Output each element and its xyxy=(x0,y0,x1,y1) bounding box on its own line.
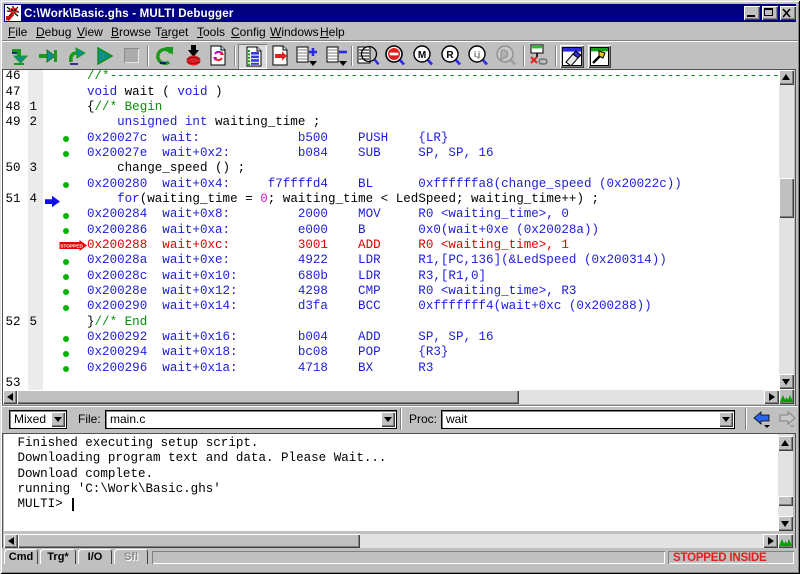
svg-text:i,j: i,j xyxy=(474,50,480,59)
svg-text:R: R xyxy=(446,50,454,61)
svg-text:STOPPED: STOPPED xyxy=(60,244,83,250)
svg-text:M: M xyxy=(418,50,426,61)
